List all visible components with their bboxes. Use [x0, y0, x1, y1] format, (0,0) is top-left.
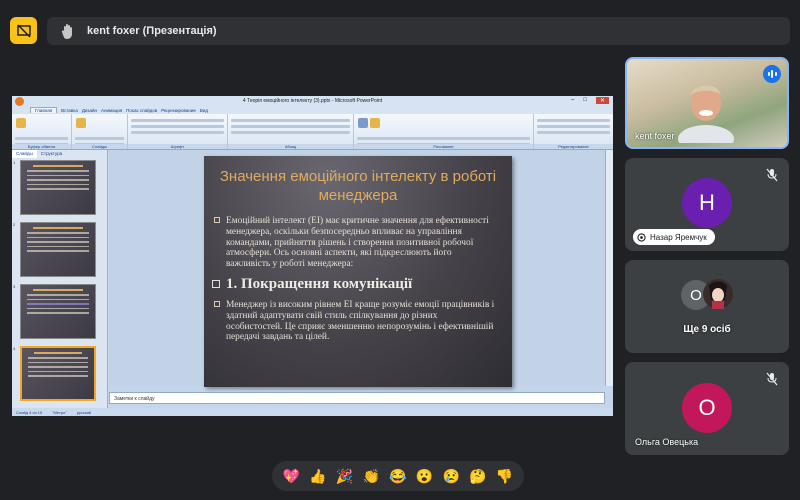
- ribbon-tab[interactable]: Главная: [30, 107, 58, 113]
- slide-editor: Значення емоційного інтелекту в роботі м…: [109, 150, 613, 387]
- presenter-banner: kent foxer (Презентація): [47, 17, 790, 45]
- bullet-icon: [214, 301, 220, 307]
- thumb-number: 3: [13, 284, 16, 289]
- status-bar: Слайд 4 из 19 "Метро" русский: [12, 408, 613, 416]
- thumb-number: 1: [13, 160, 16, 165]
- ribbon-group-label: Буфер обмена: [12, 144, 71, 149]
- pinned-name-chip[interactable]: Назар Яремчук: [633, 229, 715, 245]
- thumb-number: 4: [13, 346, 16, 351]
- ribbon-tab[interactable]: Вид: [200, 108, 208, 113]
- participant-name: kent foxer: [635, 131, 675, 141]
- ribbon-tab[interactable]: Дизайн: [82, 108, 97, 113]
- bullet-icon: [212, 280, 220, 288]
- party-popper-reaction[interactable]: 🎉: [336, 468, 353, 484]
- avatar: Н: [682, 178, 732, 228]
- hand-icon: [59, 22, 77, 40]
- thinking-reaction[interactable]: 🤔: [469, 468, 486, 484]
- participant-tile[interactable]: О Ольга Овецька: [625, 362, 789, 455]
- ribbon-tab[interactable]: Показ слайдов: [126, 108, 157, 113]
- slide-heading: 1. Покращення комунікації: [212, 276, 413, 293]
- ribbon: Буфер обмена Слайды Шрифт Абзац Рисовани…: [12, 114, 613, 150]
- thumbs-down-reaction[interactable]: 👎: [496, 468, 513, 484]
- stop-presenting-button[interactable]: [10, 17, 37, 44]
- slide-bullet: Емоційний інтелект (ЕІ) має критичне зна…: [214, 216, 496, 270]
- minimize-icon[interactable]: –: [571, 97, 574, 104]
- top-bar: kent foxer (Презентація): [0, 0, 800, 62]
- avatar: О: [682, 383, 732, 433]
- slide-bullet-text: Емоційний інтелект (ЕІ) має критичне зна…: [226, 216, 489, 270]
- ribbon-tabs: Главная Вставка Дизайн Анимация Показ сл…: [12, 106, 613, 114]
- slide-thumbnail[interactable]: [20, 160, 96, 215]
- ribbon-group-label: Рисование: [354, 144, 533, 149]
- ppt-body: Слайды Структура 1 2 3 4 Значення емоцій…: [12, 150, 613, 408]
- speaking-indicator-icon: [763, 65, 781, 83]
- bullet-icon: [214, 217, 220, 223]
- status-slide-count: Слайд 4 из 19: [16, 409, 43, 415]
- notes-field[interactable]: Заметки к слайду: [109, 392, 605, 404]
- ribbon-tab[interactable]: Вставка: [61, 108, 78, 113]
- current-slide[interactable]: Значення емоційного інтелекту в роботі м…: [204, 156, 512, 387]
- slide-thumbnail[interactable]: [20, 222, 96, 277]
- ppt-window-title: 4 Теорія емоційного інтелекту (3).pptx -…: [242, 98, 383, 104]
- more-participants-tile[interactable]: О Ще 9 осіб: [625, 260, 789, 353]
- presenter-name: kent foxer (Презентація): [87, 25, 217, 37]
- participant-video: [678, 85, 734, 143]
- ribbon-group-clipboard: Буфер обмена: [12, 114, 72, 149]
- ribbon-group-label: Абзац: [228, 144, 353, 149]
- surprised-reaction[interactable]: 😮: [416, 468, 433, 484]
- slide-thumbnails-panel: Слайды Структура 1 2 3 4: [12, 150, 108, 408]
- more-participants-label: Ще 9 осіб: [683, 324, 731, 335]
- clapping-reaction[interactable]: 👏: [363, 468, 380, 484]
- present-off-icon: [16, 23, 31, 38]
- presenter-video-tile[interactable]: kent foxer: [625, 57, 789, 149]
- panel-tab-slides[interactable]: Слайды: [12, 150, 37, 158]
- slide-heading-text: 1. Покращення комунікації: [226, 276, 413, 292]
- laughing-reaction[interactable]: 😂: [389, 468, 406, 484]
- panel-tab-outline[interactable]: Структура: [37, 150, 66, 158]
- mic-off-icon: [766, 168, 778, 182]
- shared-screen: 4 Теорія емоційного інтелекту (3).pptx -…: [12, 96, 613, 416]
- new-slide-icon[interactable]: [76, 118, 86, 128]
- participant-tile[interactable]: Н Назар Яремчук: [625, 158, 789, 251]
- ribbon-group-slides: Слайды: [72, 114, 128, 149]
- sparkling-heart-reaction[interactable]: 💖: [283, 468, 300, 484]
- ribbon-group-font: Шрифт: [128, 114, 228, 149]
- mic-off-icon: [766, 372, 778, 386]
- slide-bullet: Менеджер із високим рівнем ЕІ краще розу…: [214, 300, 496, 343]
- panel-tabs: Слайды Структура: [12, 150, 107, 158]
- ribbon-group-label: Шрифт: [128, 144, 227, 149]
- status-language: русский: [76, 409, 92, 415]
- ribbon-tab[interactable]: Рецензирование: [161, 108, 196, 113]
- maximize-icon[interactable]: □: [583, 97, 587, 104]
- thumbs-up-reaction[interactable]: 👍: [309, 468, 326, 484]
- ribbon-tab[interactable]: Анимация: [101, 108, 122, 113]
- ppt-titlebar: 4 Теорія емоційного інтелекту (3).pptx -…: [12, 96, 613, 106]
- slide-bullet-text: Менеджер із високим рівнем ЕІ краще розу…: [226, 300, 495, 343]
- crying-reaction[interactable]: 😢: [443, 468, 460, 484]
- ribbon-group-editing: Редактирование: [534, 114, 613, 149]
- pin-icon: [637, 232, 646, 242]
- ribbon-group-paragraph: Абзац: [228, 114, 354, 149]
- ribbon-group-drawing: Рисование: [354, 114, 534, 149]
- slide-title: Значення емоційного інтелекту в роботі м…: [219, 168, 497, 204]
- arrange-icon[interactable]: [370, 118, 380, 128]
- slide-thumbnail-selected[interactable]: [20, 346, 96, 401]
- shapes-icon[interactable]: [358, 118, 368, 128]
- ribbon-group-label: Слайды: [72, 144, 127, 149]
- status-theme: "Метро": [52, 409, 67, 415]
- thumb-number: 2: [13, 222, 16, 227]
- close-icon[interactable]: ✕: [595, 97, 609, 104]
- avatar-image: [703, 279, 733, 309]
- participant-name: Ольга Овецька: [635, 437, 699, 447]
- participant-name: Назар Яремчук: [650, 232, 707, 242]
- window-controls: – □ ✕: [571, 97, 609, 104]
- slide-thumbnail[interactable]: [20, 284, 96, 339]
- vertical-scrollbar[interactable]: [605, 150, 613, 386]
- reactions-bar: 💖 👍 🎉 👏 😂 😮 😢 🤔 👎: [272, 461, 524, 491]
- paste-icon[interactable]: [16, 118, 26, 128]
- ribbon-group-label: Редактирование: [534, 144, 613, 149]
